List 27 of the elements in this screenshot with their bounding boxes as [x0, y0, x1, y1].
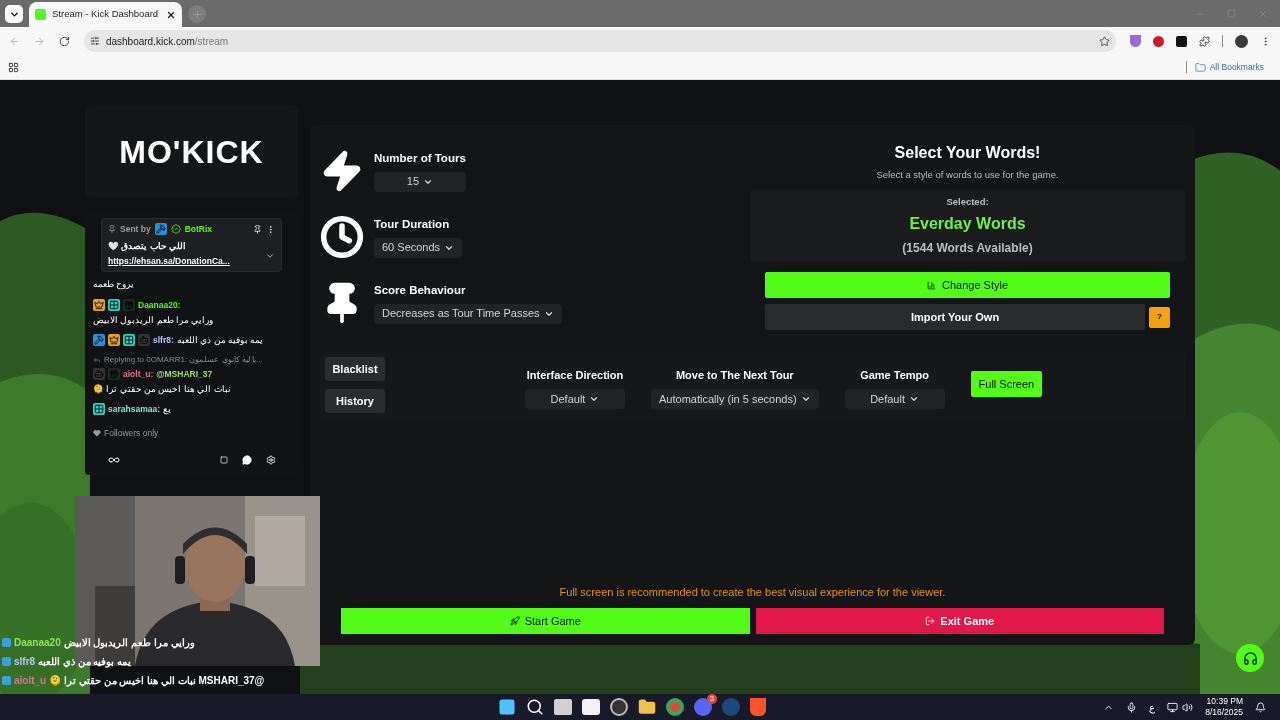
clock-time[interactable]: 10:39 PM [1206, 696, 1243, 707]
shield-extension-icon[interactable] [1130, 35, 1141, 47]
star-icon[interactable] [1099, 35, 1110, 47]
tab-title: Stream - Kick Dashboard [52, 7, 160, 22]
plus-icon [191, 8, 203, 20]
extensions-icon[interactable] [1199, 35, 1210, 47]
folder-icon [1194, 61, 1206, 73]
kick-logo-icon [35, 9, 46, 20]
start-icon[interactable] [498, 698, 516, 716]
clock-date[interactable]: 8/16/2025 [1205, 707, 1243, 718]
address-field[interactable]: dashboard.kick.com/stream [83, 30, 1116, 52]
all-bookmarks-link[interactable]: All Bookmarks [1209, 60, 1264, 74]
close-icon[interactable] [166, 9, 176, 20]
search-icon[interactable] [526, 698, 544, 716]
url-text: dashboard.kick.com/stream [105, 34, 230, 49]
folder-icon[interactable] [638, 698, 656, 716]
profile-avatar[interactable] [1235, 34, 1248, 48]
notifications-icon[interactable] [1255, 701, 1266, 713]
apps-icon[interactable] [8, 61, 19, 73]
site-settings-icon[interactable] [89, 36, 100, 46]
microphone-icon[interactable] [1126, 701, 1138, 713]
reload-icon[interactable] [58, 35, 70, 47]
input-language[interactable]: ع [1149, 699, 1156, 715]
network-icon[interactable] [1167, 701, 1179, 713]
volume-icon[interactable] [1182, 701, 1194, 713]
browser-tab[interactable]: Stream - Kick Dashboard [29, 2, 182, 27]
tab-list-button[interactable] [5, 5, 23, 23]
